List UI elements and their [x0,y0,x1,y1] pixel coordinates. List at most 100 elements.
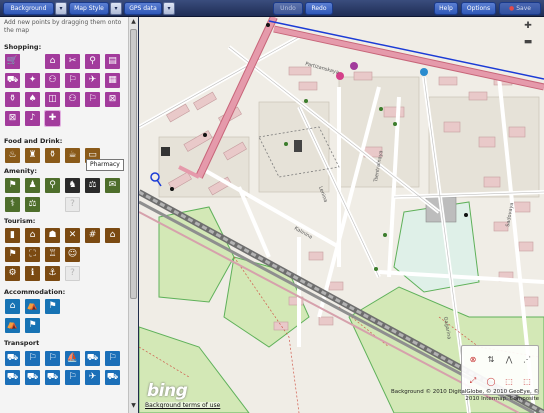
tourism-attraction-icon[interactable]: ☗ [45,228,60,243]
tourism-zoo-icon[interactable]: ⚙ [5,266,20,281]
transport-bus-stop-icon[interactable]: ⚐ [65,370,80,385]
tourism-picnic-icon[interactable]: ✕ [65,228,80,243]
tourism-marina-icon[interactable]: ⚓ [45,266,60,281]
amenity-bank-icon[interactable]: ⚑ [5,178,20,193]
tourism-theatre-icon[interactable]: ☺ [65,247,80,262]
category-title-food: Food and Drink: [4,137,63,145]
transport-icon-grid: ⛟ ⚐ ⚐ ⛵ ⛟ ⚐ ⛟ ⛟ ⛟ ⚐ ✈ ⛟ [5,351,127,413]
map-style-menu-button[interactable]: Map Style [69,2,109,15]
tourism-castle-icon[interactable]: # [85,228,100,243]
sidebar-scrollbar[interactable]: ▲ ▼ [128,17,138,413]
shop-kiosk-icon[interactable]: ⚐ [85,92,100,107]
help-button[interactable]: Help [434,2,458,15]
transport-tram-icon[interactable]: ⛟ [5,370,20,385]
transport-ferry-icon[interactable]: ⛵ [65,351,80,366]
food-bar-icon[interactable]: ♜ [25,148,40,163]
shop-furniture-icon[interactable]: ▦ [105,73,120,88]
shop-department-icon[interactable]: ⌂ [45,54,60,69]
category-title-tourism: Tourism: [4,217,36,225]
tourism-viewpoint-icon[interactable]: ⚑ [5,247,20,262]
accommodation-hostel-icon[interactable]: ⚑ [45,299,60,314]
amenity-postbox-icon[interactable]: ✉ [105,178,120,193]
food-cafe-icon[interactable]: ☕ [65,148,80,163]
amenity-library-icon[interactable]: ♟ [25,178,40,193]
zoom-out-icon[interactable]: ▬ [522,37,534,49]
shop-mobile-icon[interactable]: ⊠ [5,111,20,126]
transport-fuel-icon[interactable]: ⚐ [45,351,60,366]
food-pub-icon[interactable]: ⚱ [45,148,60,163]
amenity-townhall-icon[interactable]: ⚖ [25,197,40,212]
amenity-recycling-icon[interactable]: ⚕ [5,197,20,212]
transport-bus-icon[interactable]: ⛟ [5,351,20,366]
sidebar-scroll-thumb[interactable] [130,29,137,299]
scroll-up-arrow-icon[interactable]: ▲ [129,17,138,27]
shop-hairdresser-icon[interactable]: ✂ [65,54,80,69]
shop-music-icon[interactable]: ♪ [25,111,40,126]
background-terms-link[interactable]: Background terms of use [145,402,221,409]
line-tool-icon[interactable]: ⤢ [466,374,480,388]
circle-tool-icon[interactable]: ◯ [484,374,498,388]
amenity-chess-icon[interactable]: ♞ [65,178,80,193]
shop-laundry-icon[interactable]: ⊠ [105,92,120,107]
transport-subway-icon[interactable]: ⛟ [105,370,120,385]
shop-car-icon[interactable]: ⛟ [5,73,20,88]
split-way-icon[interactable]: ⋀ [502,352,516,366]
tourism-monument-icon[interactable]: ⌂ [105,228,120,243]
tourism-information-icon[interactable]: ℹ [25,266,40,281]
gps-data-menu-button[interactable]: GPS data [124,2,162,15]
accommodation-hotel-icon[interactable]: ⌂ [5,299,20,314]
straighten-icon[interactable]: ⋰ [520,352,534,366]
shop-hifi-icon[interactable]: ◫ [45,92,60,107]
scroll-down-arrow-icon[interactable]: ▼ [129,401,138,411]
shop-garden-icon[interactable]: ♠ [25,92,40,107]
shop-clothes-icon[interactable]: ✦ [25,73,40,88]
stop-icon[interactable]: ⊗ [466,352,480,366]
zoom-in-icon[interactable]: ✚ [522,21,534,33]
save-button[interactable]: ● Save [499,2,541,15]
gps-data-dropdown-arrow[interactable]: ▾ [163,2,175,15]
transport-train-icon[interactable]: ⛟ [85,351,100,366]
shop-jewelry-icon[interactable]: ⚇ [65,92,80,107]
amenity-police-icon[interactable]: ⚲ [45,178,60,193]
category-title-amenity: Amenity: [4,167,38,175]
drawing-tools-panel: ⊗ ⇅ ⋀ ⋰ ⤢ ◯ ⬚ ⬚ [461,345,539,395]
accommodation-guesthouse-icon[interactable]: ⚑ [25,318,40,333]
shop-books-icon[interactable]: ▤ [105,54,120,69]
transport-parking-icon[interactable]: ⚐ [25,351,40,366]
transport-car-rental-icon[interactable]: ⛟ [25,370,40,385]
map-style-dropdown-arrow[interactable]: ▾ [110,2,122,15]
save-icon: ● [509,5,515,12]
food-restaurant-icon[interactable]: ♨ [5,148,20,163]
tourism-ruins-icon[interactable]: ♖ [45,247,60,262]
amenity-unknown-icon[interactable]: ? [65,197,80,212]
tourism-museum-icon[interactable]: ⌂ [25,228,40,243]
shop-computer-icon[interactable]: ⚇ [45,73,60,88]
shop-electronics-icon[interactable]: ✈ [85,73,100,88]
redo-button[interactable]: Redo [305,2,333,15]
transport-taxi-icon[interactable]: ⚐ [105,351,120,366]
background-menu-button[interactable]: Background [3,2,54,15]
undo-button[interactable]: Undo [273,2,303,15]
rectangle-tool-icon[interactable]: ⬚ [520,374,534,388]
options-button[interactable]: Options [461,2,496,15]
save-label: Save [516,5,531,12]
tourism-theme-park-icon[interactable]: ⛶ [25,247,40,262]
square-tool-icon[interactable]: ⬚ [502,374,516,388]
transport-bicycle-rental-icon[interactable]: ⛟ [45,370,60,385]
background-dropdown-arrow[interactable]: ▾ [55,2,67,15]
accommodation-caravan-icon[interactable]: ⛺ [5,318,20,333]
map-canvas[interactable]: Partizanskaya Tsentralnaya Lenina Kalini… [139,17,544,413]
shop-pharmacy-icon[interactable]: ✚ [44,110,61,127]
accommodation-camping-icon[interactable]: ⛺ [25,299,40,314]
amenity-court-icon[interactable]: ⚖ [85,178,100,193]
reverse-way-icon[interactable]: ⇅ [484,352,498,366]
shop-diy-icon[interactable]: ⚐ [65,73,80,88]
tourism-artwork-icon[interactable]: ▮ [5,228,20,243]
toolbar: Background ▾ Map Style ▾ GPS data ▾ Undo… [0,0,544,17]
bing-logo: bing [147,381,188,401]
shop-supermarket-icon[interactable]: 🛒 [5,54,20,69]
tourism-unknown-icon[interactable]: ? [65,266,80,281]
shop-gift-icon[interactable]: ⚱ [5,92,20,107]
shop-bicycle-icon[interactable]: ⚲ [85,54,100,69]
transport-airport-icon[interactable]: ✈ [85,370,100,385]
